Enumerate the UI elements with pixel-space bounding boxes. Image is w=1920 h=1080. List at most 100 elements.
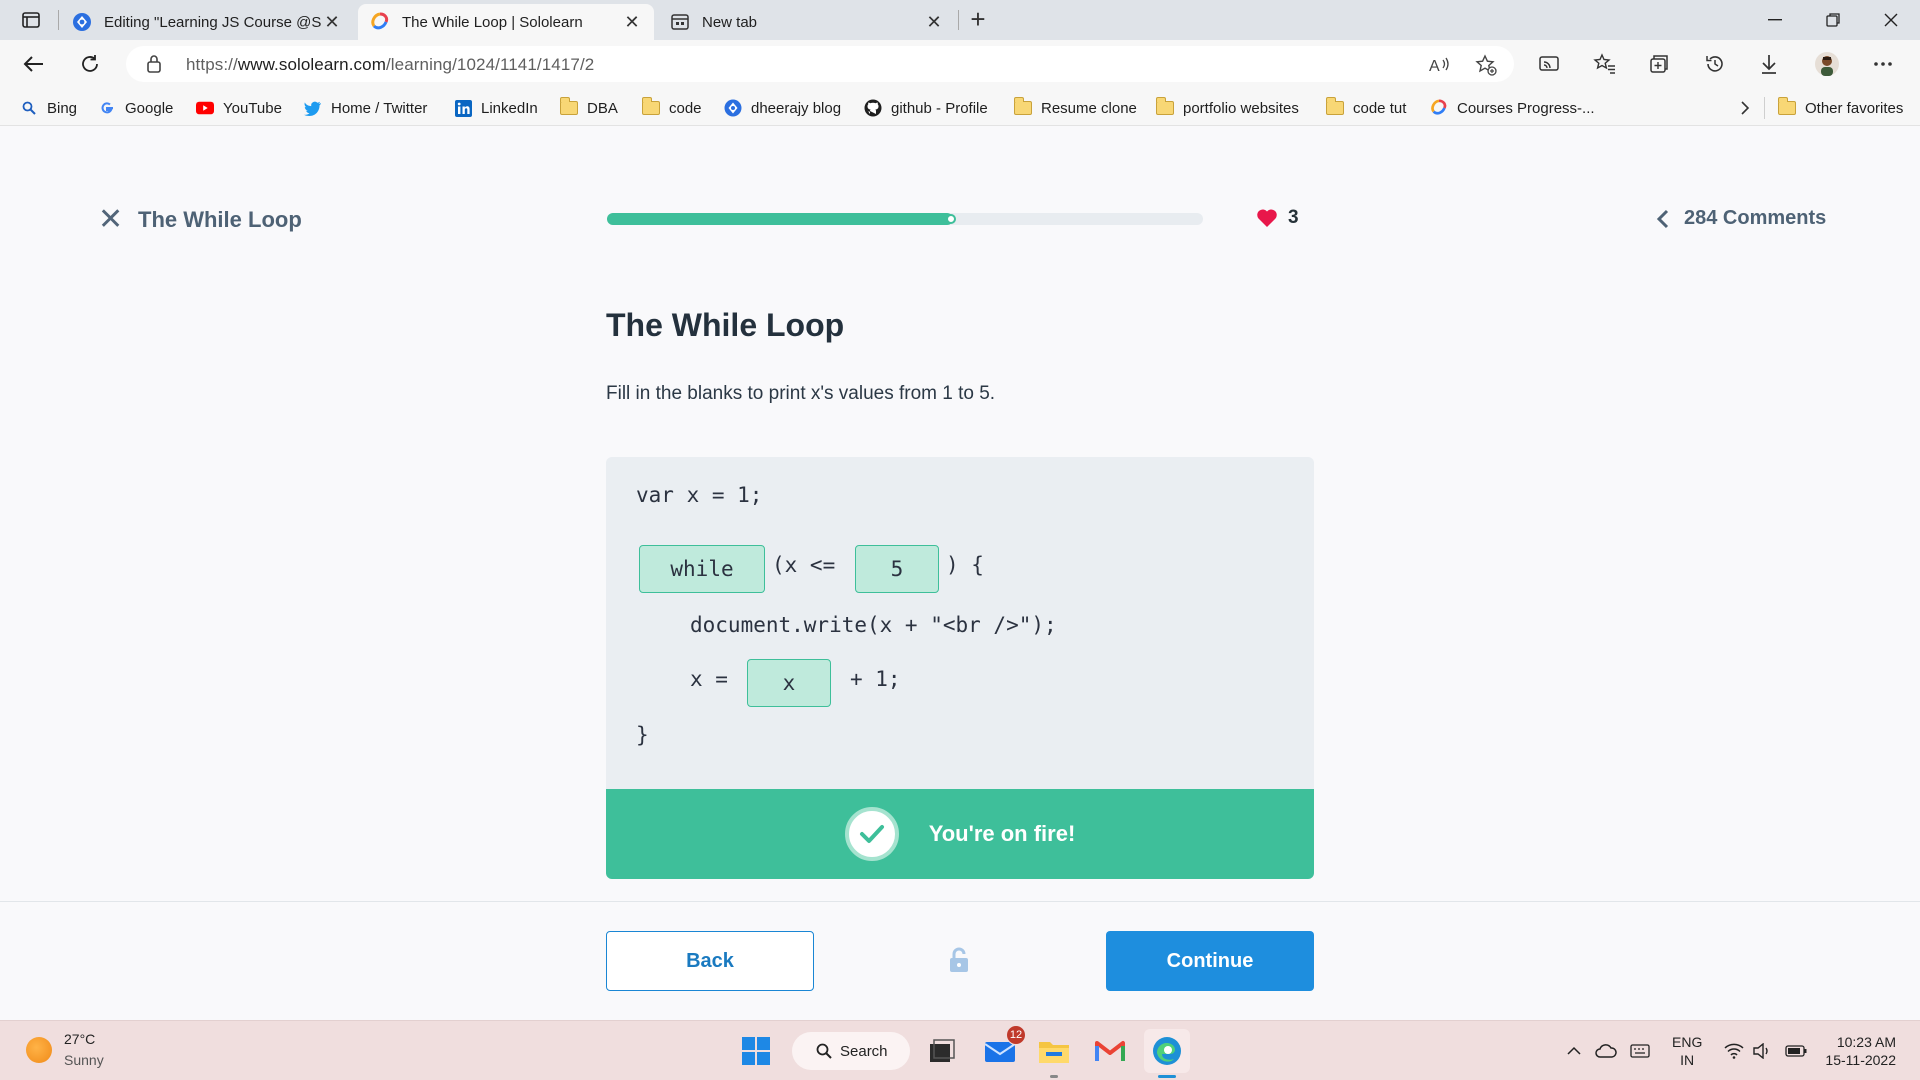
settings-more-button[interactable] [1868,50,1898,78]
system-clock[interactable]: 10:23 AM 15-11-2022 [1818,1033,1896,1069]
fav-folder-code-tut[interactable]: code tut [1325,97,1406,119]
address-bar[interactable]: https://www.sololearn.com/learning/1024/… [126,46,1514,82]
clock-date: 15-11-2022 [1825,1052,1896,1068]
mail-app-button[interactable]: 12 [980,1025,1026,1071]
blank-limit[interactable]: 5 [855,545,939,593]
back-nav-button[interactable] [18,50,50,78]
fav-folder-dba[interactable]: DBA [559,97,618,119]
fav-twitter[interactable]: Home / Twitter [304,97,427,119]
fav-label: LinkedIn [481,99,538,117]
hearts-counter: 3 [1256,207,1299,229]
language-region: IN [1680,1052,1695,1068]
tab-title: The While Loop | Sololearn [402,13,583,31]
onedrive-button[interactable] [1594,1039,1618,1063]
cloud-icon [1595,1044,1617,1058]
sun-icon[interactable] [26,1037,52,1063]
close-tab-icon[interactable]: ✕ [322,12,342,33]
language-code: ENG [1672,1034,1703,1050]
fav-label: Google [125,99,174,117]
fav-label: dheerajy blog [751,99,842,117]
downloads-button[interactable] [1754,50,1784,78]
battery-button[interactable] [1784,1039,1808,1063]
fav-google[interactable]: Google [98,97,173,119]
language-indicator[interactable]: ENG IN [1672,1033,1702,1069]
lesson-description: Fill in the blanks to print x's values f… [606,383,996,404]
fav-linkedin[interactable]: LinkedIn [454,97,538,119]
new-tab-button[interactable]: + [964,6,992,34]
favorites-button[interactable] [1590,50,1620,78]
task-view-button[interactable] [922,1031,962,1071]
wifi-button[interactable] [1722,1039,1746,1063]
show-hidden-icons-button[interactable] [1562,1039,1586,1063]
fav-bing[interactable]: Bing [20,97,77,119]
fav-other-favorites[interactable]: Other favorites [1777,97,1903,119]
edge-browser-button[interactable] [1144,1029,1190,1073]
edge-icon [1153,1037,1181,1065]
chevron-right-icon [1736,99,1754,117]
folder-icon [1777,97,1796,117]
taskbar-search[interactable]: Search [792,1032,910,1070]
feedback-text: You're on fire! [928,821,1076,846]
search-icon [816,1043,832,1059]
close-tab-icon[interactable]: ✕ [924,12,944,33]
back-button[interactable]: Back [606,931,814,991]
favorites-overflow-button[interactable] [1736,97,1763,119]
fav-courses-progress[interactable]: Courses Progress-... [1430,97,1595,119]
blank-variable[interactable]: x [747,659,831,707]
tab-actions-icon [22,12,40,28]
fav-label: github - Profile [891,99,988,117]
volume-button[interactable] [1750,1039,1774,1063]
tab-title: Editing "Learning JS Course @Sc [104,13,322,31]
fav-folder-resume-clone[interactable]: Resume clone [1013,97,1137,119]
url-scheme: https:// [186,55,238,74]
file-explorer-button[interactable] [1034,1031,1074,1071]
refresh-button[interactable] [74,50,106,78]
restore-button[interactable] [1810,4,1856,36]
fav-github-profile[interactable]: github - Profile [864,97,988,119]
lock-icon[interactable] [146,54,162,78]
wifi-icon [1724,1043,1744,1059]
profile-button[interactable] [1812,50,1842,78]
folder-icon [1039,1042,1069,1063]
lesson-progress-bar [607,213,1203,225]
progress-knob [945,214,956,224]
minimize-button[interactable] [1752,4,1798,36]
collections-button[interactable] [1644,50,1674,78]
collections-icon [1650,55,1668,73]
history-button[interactable] [1700,50,1730,78]
url-text[interactable]: https://www.sololearn.com/learning/1024/… [186,55,594,75]
fav-dheerajy-blog[interactable]: dheerajy blog [724,97,841,119]
tab-editing-course[interactable]: Editing "Learning JS Course @Sc ✕ [60,4,354,40]
gmail-button[interactable] [1090,1031,1130,1071]
google-icon [98,99,116,117]
folder-icon [641,97,660,117]
add-favorite-icon[interactable] [1474,53,1498,77]
fav-folder-portfolio-websites[interactable]: portfolio websites [1155,97,1299,119]
footer-divider [0,901,1920,902]
close-tab-icon[interactable]: ✕ [622,12,642,33]
blank-keyword[interactable]: while [639,545,765,593]
comments-link[interactable]: 284 Comments [1656,207,1826,230]
fav-label: DBA [587,99,618,117]
lesson-page: ✕ The While Loop 3 284 Comments The Whil… [0,127,1920,1020]
fav-folder-code[interactable]: code [641,97,702,119]
close-icon [1884,13,1898,27]
cast-button[interactable] [1534,50,1564,78]
close-lesson-icon[interactable]: ✕ [98,205,123,235]
touch-keyboard-button[interactable] [1628,1039,1652,1063]
tab-while-loop[interactable]: The While Loop | Sololearn ✕ [358,4,654,40]
avatar [1815,52,1839,76]
weather-description[interactable]: Sunny [64,1052,104,1068]
unlock-icon[interactable] [948,947,970,977]
tab-actions-button[interactable] [18,8,44,32]
tab-new-tab[interactable]: New tab ✕ [658,4,956,40]
close-window-button[interactable] [1868,4,1914,36]
continue-button[interactable]: Continue [1106,931,1314,991]
blogger-icon [72,12,92,32]
read-aloud-icon[interactable]: A [1428,53,1452,77]
start-button[interactable] [736,1031,776,1071]
new-tab-icon [670,12,690,32]
weather-temperature[interactable]: 27°C [64,1031,95,1047]
fav-youtube[interactable]: YouTube [196,97,282,119]
gmail-icon [1095,1041,1125,1061]
